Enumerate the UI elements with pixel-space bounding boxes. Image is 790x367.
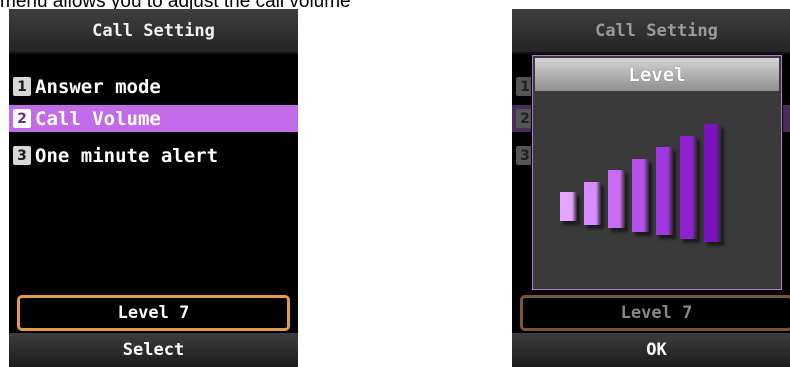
menu-item-label: Answer mode (35, 75, 161, 98)
level-indicator: Level 7 (17, 295, 290, 331)
popup-title: Level (535, 58, 779, 91)
title-bar: Call Setting (512, 9, 790, 54)
number-3-icon: 3 (13, 146, 31, 165)
ok-softkey[interactable]: OK (512, 333, 790, 367)
call-volume-level-screen: Call Setting 1 2 3 Level 7 OK Level (512, 9, 790, 367)
menu-item-label: Call Volume (35, 107, 161, 130)
volume-bar-4 (632, 158, 649, 232)
menu-item-one-minute-alert[interactable]: 3 One minute alert (9, 142, 298, 169)
volume-bar-6 (680, 135, 697, 239)
volume-bar-7 (704, 124, 721, 242)
number-1-icon: 1 (13, 77, 31, 96)
volume-bar-2 (584, 181, 601, 225)
volume-bar-1 (560, 192, 577, 221)
call-setting-screen: Call Setting 1 Answer mode 2 Call Volume… (9, 9, 298, 367)
volume-bar-5 (656, 147, 673, 235)
volume-bar-3 (608, 170, 625, 228)
menu-item-answer-mode[interactable]: 1 Answer mode (9, 73, 298, 100)
level-indicator: Level 7 (520, 295, 790, 331)
number-2-icon: 2 (13, 109, 31, 128)
level-popup: Level (532, 55, 782, 290)
menu-item-call-volume[interactable]: 2 Call Volume (9, 105, 298, 132)
menu-item-label: One minute alert (35, 144, 219, 167)
select-softkey[interactable]: Select (9, 333, 298, 367)
title-bar: Call Setting (9, 9, 298, 54)
